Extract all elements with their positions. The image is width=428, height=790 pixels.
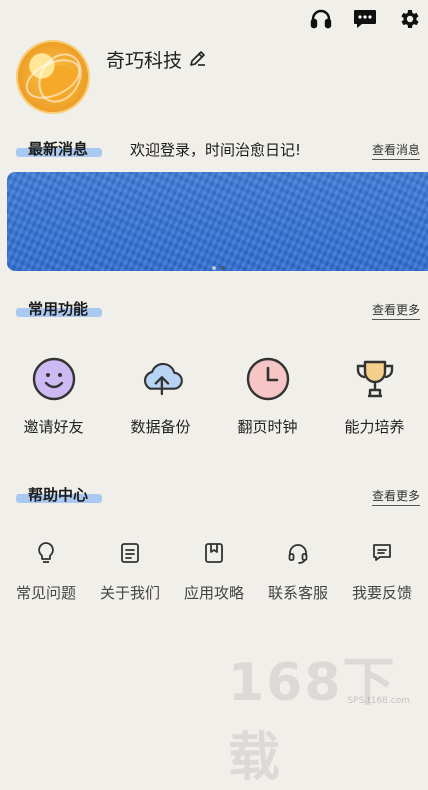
news-section-title: 最新消息 bbox=[12, 138, 103, 159]
help-feedback[interactable]: 我要反馈 bbox=[341, 540, 423, 603]
common-title: 常用功能 bbox=[28, 300, 89, 318]
watermark: 168下载 SPS.t168.com bbox=[228, 640, 418, 788]
news-message: 欢迎登录，时间治愈日记! bbox=[130, 141, 302, 159]
help-section-title: 帮助中心 bbox=[12, 484, 103, 505]
news-row: 最新消息 欢迎登录，时间治愈日记! 查看消息 bbox=[12, 138, 421, 162]
banner-dot[interactable] bbox=[212, 266, 216, 270]
tool-invite-friends[interactable]: 邀请好友 bbox=[4, 356, 104, 437]
pencil-icon[interactable] bbox=[188, 48, 208, 72]
headset-icon[interactable] bbox=[308, 6, 334, 32]
view-messages-link[interactable]: 查看消息 bbox=[371, 141, 421, 160]
tool-label: 能力培养 bbox=[344, 418, 405, 436]
banner-pagination bbox=[212, 266, 225, 270]
watermark-logo: 168下载 bbox=[228, 653, 397, 788]
help-label: 我要反馈 bbox=[351, 584, 412, 602]
help-faq[interactable]: 常见问题 bbox=[5, 540, 87, 603]
trophy-icon bbox=[352, 356, 398, 402]
profile-name: 奇巧科技 bbox=[106, 50, 183, 72]
tool-label: 数据备份 bbox=[130, 418, 191, 436]
clock-icon bbox=[245, 356, 291, 402]
tool-label: 翻页时钟 bbox=[237, 418, 298, 436]
common-view-more-link[interactable]: 查看更多 bbox=[371, 301, 421, 320]
bookmark-icon bbox=[201, 540, 227, 566]
avatar[interactable] bbox=[16, 40, 90, 114]
cloud-upload-icon bbox=[138, 356, 184, 402]
tool-label: 邀请好友 bbox=[23, 418, 84, 436]
tool-data-backup[interactable]: 数据备份 bbox=[111, 356, 211, 437]
help-view-more-link[interactable]: 查看更多 bbox=[371, 487, 421, 506]
top-toolbar bbox=[308, 6, 422, 32]
document-icon bbox=[117, 540, 143, 566]
chat-icon[interactable] bbox=[352, 6, 378, 32]
help-app-guide[interactable]: 应用攻略 bbox=[173, 540, 255, 603]
help-label: 常见问题 bbox=[15, 584, 76, 602]
smiley-icon bbox=[31, 356, 77, 402]
tool-ability-training[interactable]: 能力培养 bbox=[325, 356, 425, 437]
help-label: 应用攻略 bbox=[183, 584, 244, 602]
common-section-header: 常用功能 查看更多 bbox=[12, 298, 421, 322]
headset-icon bbox=[285, 540, 311, 566]
banner-dot-active[interactable] bbox=[221, 266, 225, 270]
tool-flip-clock[interactable]: 翻页时钟 bbox=[218, 356, 318, 437]
watermark-url: SPS.t168.com bbox=[347, 696, 410, 706]
news-title: 最新消息 bbox=[28, 140, 89, 158]
help-label: 联系客服 bbox=[267, 584, 328, 602]
help-about-us[interactable]: 关于我们 bbox=[89, 540, 171, 603]
help-center-grid: 常见问题 关于我们 应用攻略 联系客服 我要反馈 bbox=[0, 540, 428, 603]
common-functions-grid: 邀请好友 数据备份 翻页时钟 能力培养 bbox=[0, 356, 428, 437]
help-title: 帮助中心 bbox=[28, 486, 89, 504]
lightbulb-icon bbox=[33, 540, 59, 566]
gear-icon[interactable] bbox=[396, 6, 422, 32]
banner[interactable] bbox=[7, 172, 428, 271]
help-label: 关于我们 bbox=[99, 584, 160, 602]
help-contact-support[interactable]: 联系客服 bbox=[257, 540, 339, 603]
profile-name-row: 奇巧科技 bbox=[106, 46, 208, 73]
message-icon bbox=[369, 540, 395, 566]
help-section-header: 帮助中心 查看更多 bbox=[12, 484, 421, 508]
profile-header: 奇巧科技 bbox=[16, 40, 208, 114]
common-section-title: 常用功能 bbox=[12, 298, 103, 319]
